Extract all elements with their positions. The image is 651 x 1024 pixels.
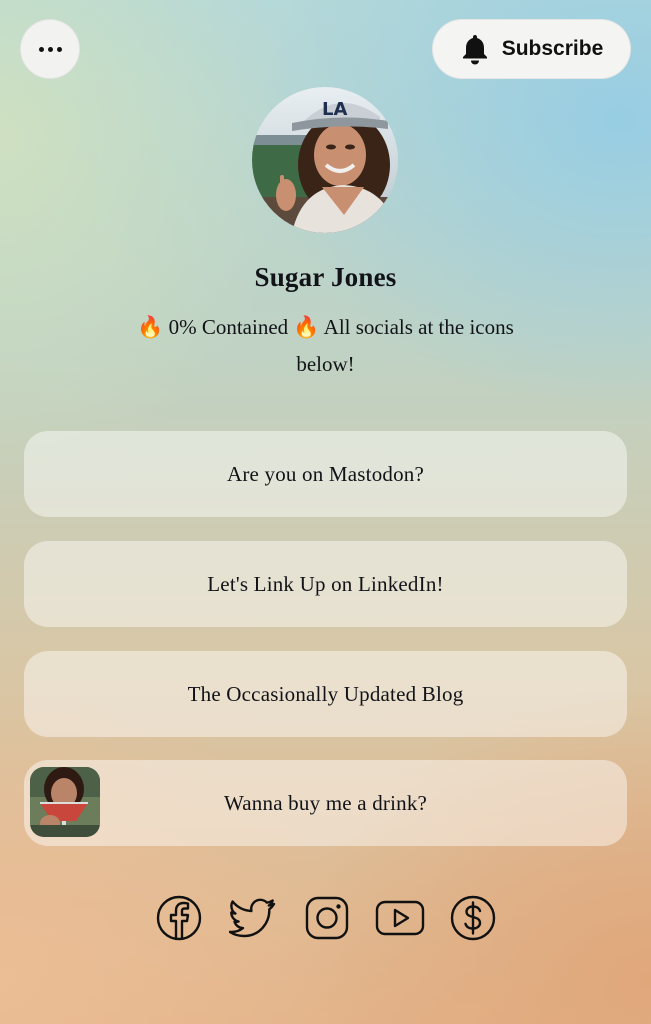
- instagram-icon[interactable]: [303, 894, 353, 944]
- link-buy-drink[interactable]: Wanna buy me a drink?: [24, 760, 627, 846]
- facebook-icon[interactable]: [155, 894, 205, 944]
- bell-icon: [460, 33, 490, 65]
- link-label: Wanna buy me a drink?: [223, 790, 428, 815]
- link-mastodon[interactable]: Are you on Mastodon?: [24, 431, 627, 517]
- link-linkedin[interactable]: Let's Link Up on LinkedIn!: [24, 541, 627, 627]
- twitter-icon[interactable]: [229, 894, 279, 944]
- bio-text: 0% Contained: [168, 315, 289, 339]
- social-icons: [155, 894, 497, 944]
- youtube-icon[interactable]: [375, 894, 425, 944]
- fire-emoji: 🔥: [137, 315, 164, 339]
- link-label: Let's Link Up on LinkedIn!: [207, 571, 444, 596]
- link-thumbnail: [30, 767, 100, 837]
- ellipsis-icon: [38, 46, 44, 52]
- profile-name: Sugar Jones: [254, 262, 397, 292]
- bio-text: below!: [296, 352, 355, 376]
- subscribe-button[interactable]: Subscribe: [432, 19, 631, 79]
- svg-text:LA: LA: [322, 99, 347, 120]
- dollar-icon[interactable]: [449, 894, 499, 944]
- subscribe-label: Subscribe: [501, 37, 604, 60]
- avatar: LA: [252, 87, 398, 233]
- link-label: The Occasionally Updated Blog: [187, 681, 464, 706]
- bio-text: All socials at the icons: [323, 315, 514, 339]
- more-options-button[interactable]: [20, 19, 80, 79]
- fire-emoji: 🔥: [293, 315, 320, 339]
- link-label: Are you on Mastodon?: [226, 461, 425, 486]
- link-blog[interactable]: The Occasionally Updated Blog: [24, 651, 627, 737]
- profile-bio: 🔥 0% Contained 🔥 All socials at the icon…: [95, 309, 556, 383]
